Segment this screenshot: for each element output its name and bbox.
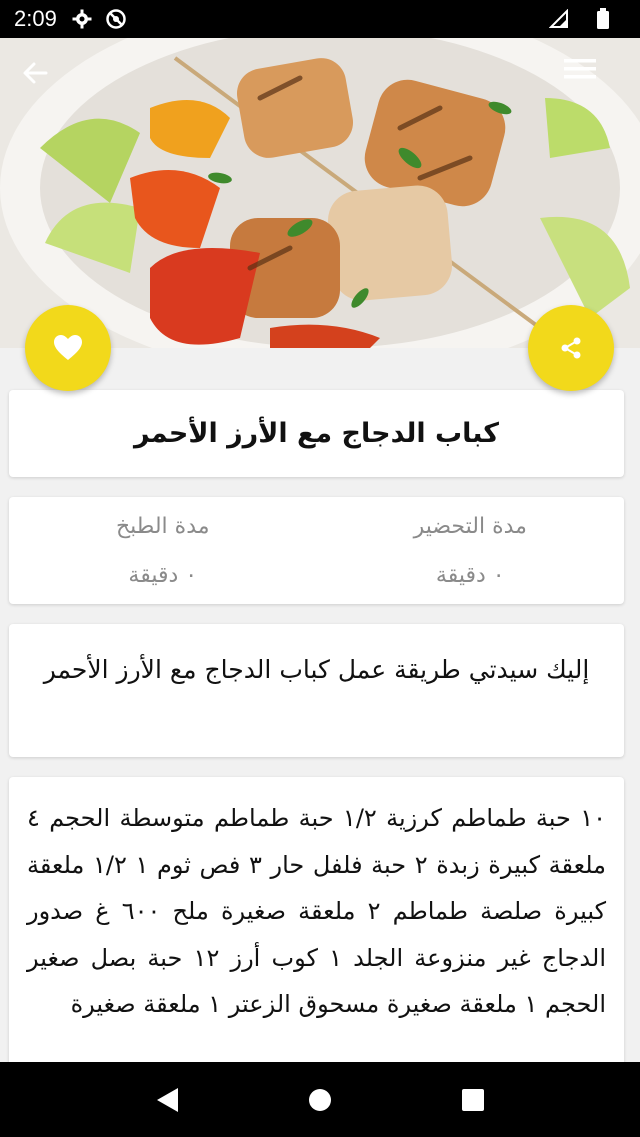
no-disturb-icon [105, 8, 127, 30]
hamburger-menu-icon [564, 59, 596, 79]
nav-back-icon [156, 1087, 178, 1112]
share-icon [561, 337, 581, 359]
nav-recents-button[interactable] [443, 1070, 503, 1130]
nav-back-button[interactable] [137, 1070, 197, 1130]
recipe-times-card: مدة التحضير ٠ دقيقة مدة الطبخ ٠ دقيقة [9, 497, 624, 604]
recipe-title: كباب الدجاج مع الأرز الأحمر [134, 418, 499, 449]
share-button[interactable] [528, 305, 614, 391]
back-button[interactable] [20, 58, 68, 106]
recipe-intro-card: إليك سيدتي طريقة عمل كباب الدجاج مع الأر… [9, 624, 624, 757]
recipe-intro: إليك سيدتي طريقة عمل كباب الدجاج مع الأر… [43, 655, 590, 684]
kebab-illustration [0, 38, 640, 348]
status-bar: 2:09 [0, 0, 640, 38]
nav-home-button[interactable] [290, 1070, 350, 1130]
cook-time-value: ٠ دقيقة [128, 562, 198, 588]
system-nav-bar [0, 1062, 640, 1137]
nav-recents-icon [462, 1088, 485, 1111]
menu-button[interactable] [564, 56, 612, 104]
arrow-back-icon [23, 62, 48, 84]
cook-time-label: مدة الطبخ [115, 513, 210, 539]
prep-time-label: مدة التحضير [413, 513, 527, 539]
prep-time-value: ٠ دقيقة [435, 562, 505, 588]
recipe-title-card: كباب الدجاج مع الأرز الأحمر [9, 390, 624, 477]
battery-icon [592, 8, 614, 30]
status-right-icons [548, 8, 626, 30]
status-time: 2:09 [14, 6, 57, 31]
nav-home-icon [308, 1088, 331, 1111]
recipe-ingredients: ١٠ حبة طماطم كرزية ١/٢ حبة طماطم متوسطة … [27, 804, 606, 1018]
recipe-hero-image [0, 38, 640, 348]
prep-time: مدة التحضير ٠ دقيقة [317, 497, 625, 604]
signal-icon [548, 8, 570, 30]
favorite-button[interactable] [25, 305, 111, 391]
heart-icon [54, 335, 82, 360]
settings-icon [71, 8, 93, 30]
cook-time: مدة الطبخ ٠ دقيقة [9, 497, 317, 604]
recipe-ingredients-card[interactable]: ١٠ حبة طماطم كرزية ١/٢ حبة طماطم متوسطة … [9, 777, 624, 1077]
